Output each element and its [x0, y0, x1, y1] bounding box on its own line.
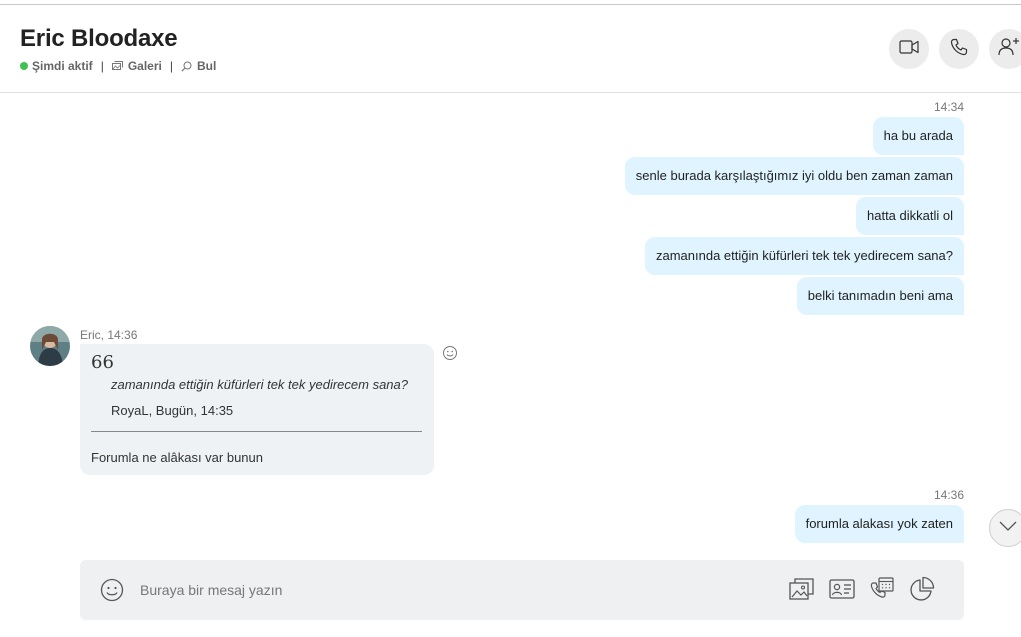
message-timestamp: 14:34	[933, 100, 964, 114]
quoted-text: zamanında ettiğin küfürleri tek tek yedi…	[111, 377, 408, 392]
search-icon	[181, 61, 192, 72]
separator: |	[169, 59, 173, 73]
message-input[interactable]	[140, 574, 620, 606]
add-people-button[interactable]	[989, 29, 1021, 69]
gallery-icon	[111, 61, 123, 71]
outgoing-message[interactable]: forumla alakası yok zaten	[794, 505, 964, 543]
outgoing-message[interactable]: zamanında ettiğin küfürleri tek tek yedi…	[645, 237, 964, 275]
calendar-icon	[869, 576, 895, 607]
send-contact-button[interactable]	[828, 577, 856, 605]
gallery-link[interactable]: Galeri	[111, 59, 162, 73]
chat-header: Eric Bloodaxe Şimdi aktif | Galeri | Bul	[0, 5, 1021, 93]
smiley-icon[interactable]	[442, 345, 458, 366]
incoming-message-meta: Eric, 14:36	[80, 328, 138, 342]
phone-icon	[950, 38, 968, 61]
find-label: Bul	[196, 59, 217, 73]
outgoing-message[interactable]: hatta dikkatli ol	[856, 197, 964, 235]
find-link[interactable]: Bul	[181, 59, 216, 73]
create-poll-button[interactable]	[908, 576, 936, 607]
audio-call-button[interactable]	[939, 29, 979, 69]
schedule-call-button[interactable]	[868, 576, 896, 607]
pie-chart-icon	[909, 576, 935, 607]
contact-subline: Şimdi aktif | Galeri | Bul	[20, 59, 216, 73]
outgoing-message[interactable]: senle burada karşılaştığımız iyi oldu be…	[624, 157, 964, 195]
gallery-label: Galeri	[127, 59, 162, 73]
quote-divider	[91, 431, 422, 432]
add-person-icon	[998, 37, 1020, 62]
incoming-message-text: Forumla ne alâkası var bunun	[91, 450, 263, 465]
emoji-button[interactable]	[100, 578, 124, 607]
outgoing-message[interactable]: belki tanımadın beni ama	[796, 277, 964, 315]
send-media-button[interactable]	[788, 577, 816, 605]
status-dot	[20, 62, 28, 70]
outgoing-message[interactable]: ha bu arada	[872, 117, 964, 155]
incoming-message[interactable]: 66 zamanında ettiğin küfürleri tek tek y…	[80, 344, 434, 475]
scroll-to-bottom-button[interactable]	[989, 509, 1021, 547]
message-timestamp: 14:36	[933, 488, 964, 502]
chevron-down-icon	[998, 519, 1018, 537]
image-icon	[789, 577, 815, 606]
message-composer	[80, 560, 964, 620]
status-text: Şimdi aktif	[32, 59, 93, 73]
separator: |	[100, 59, 104, 73]
contact-card-icon	[829, 578, 855, 604]
video-camera-icon	[899, 39, 919, 59]
message-list[interactable]: 14:34 ha bu arada senle burada karşılaşt…	[0, 94, 1021, 549]
video-call-button[interactable]	[889, 29, 929, 69]
smiley-icon	[100, 578, 124, 606]
contact-name[interactable]: Eric Bloodaxe	[20, 25, 178, 53]
avatar[interactable]	[30, 326, 70, 366]
quote-mark: 66	[91, 352, 114, 373]
quoted-author: RoyaL, Bugün, 14:35	[111, 403, 234, 418]
